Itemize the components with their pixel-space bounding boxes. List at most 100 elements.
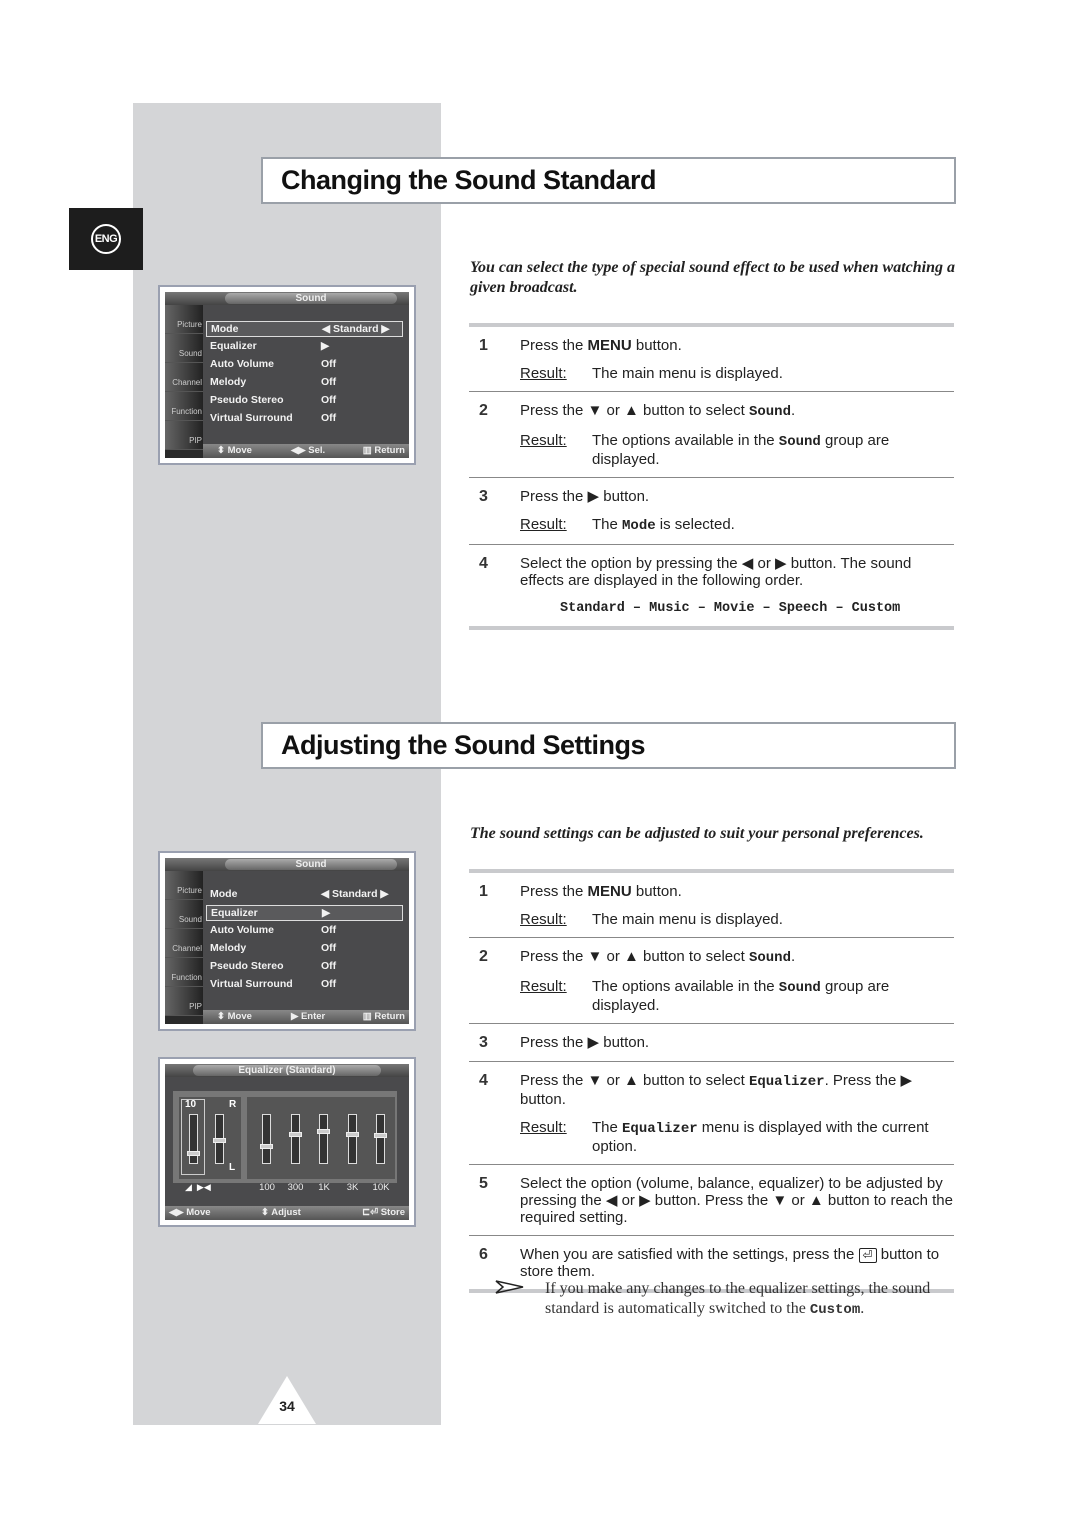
step-item: 1 Press the MENU button. Result: The main m… [469, 327, 954, 391]
osd-row-virtual-surround[interactable]: Virtual Surround Off [206, 977, 403, 993]
language-badge: ENG [69, 208, 143, 270]
step-text: The main menu is displayed. [592, 911, 783, 928]
osd-tab-picture[interactable]: Picture [165, 871, 203, 900]
eq-band-slider-10K-handle[interactable] [374, 1133, 387, 1138]
tip-custom: Custom [809, 1302, 861, 1318]
eq-band-slider-1K-handle[interactable] [317, 1129, 330, 1135]
eq-band-label: 300 [287, 1182, 304, 1193]
osd-row-pseudo-stereo[interactable]: Pseudo Stereo Off [206, 959, 403, 975]
sound-mode-order: Standard – Music – Movie – Speech – Cust… [560, 601, 901, 616]
eq-band-label: 1K [318, 1182, 330, 1193]
step-text: Press the [520, 337, 588, 354]
step-result: Result: The main menu is displayed. [520, 365, 954, 382]
tip-note: If you make any changes to the equalizer… [495, 1279, 965, 1320]
footer-move: ⬍ Move [217, 445, 252, 456]
step-number: 3 [479, 1034, 488, 1051]
step-item: 5 Select the option (volume, balance, equ… [469, 1164, 954, 1235]
volume-icon: ◢ ▶◀ [185, 1182, 211, 1192]
step-text: The [592, 1119, 623, 1136]
osd-tab-function[interactable]: Function [165, 958, 203, 987]
osd-equalizer: Equalizer (Standard) 10 R L ◢ ▶◀ 100 300 1… [158, 1057, 416, 1227]
step-text: MENU [587, 337, 632, 354]
eq-band-slider-300-handle[interactable] [288, 1132, 302, 1138]
step-text: The options available in the [592, 432, 779, 449]
eq-band-slider-3K[interactable] [345, 1114, 359, 1164]
osd-tab-pip[interactable]: PIP [165, 987, 203, 1016]
result-label: Result: [520, 516, 567, 533]
section-intro-sound-settings: The sound settings can be adjusted to su… [470, 825, 924, 842]
page-number: 34 [279, 1398, 295, 1414]
step-number: 1 [479, 883, 488, 900]
osd-row-mode[interactable]: Mode ◀ Standard ▶ [206, 887, 403, 903]
osd-eq-title: Equalizer (Standard) [193, 1065, 381, 1076]
step-number: 3 [479, 488, 488, 505]
language-badge-label: ENG [91, 224, 121, 254]
osd-row-melody[interactable]: Melody Off [206, 375, 403, 391]
balance-slider[interactable] [213, 1114, 226, 1164]
osd-tab-pip[interactable]: PIP [165, 421, 203, 450]
footer-select: ▶ Enter [291, 1011, 326, 1022]
osd-row-virtual-surround[interactable]: Virtual Surround Off [206, 411, 403, 427]
osd-row-mode[interactable]: Mode ◀ Standard ▶ [206, 321, 403, 337]
return-icon: ▥ [362, 1011, 375, 1022]
step-item: 2 Press the ▼ or ▲ button to select Sound… [469, 937, 954, 1023]
step-text: Sound [748, 404, 791, 420]
steps-sound-standard: 1 Press the MENU button. Result: The main m… [469, 323, 954, 630]
eq-band-label: 100 [259, 1182, 275, 1193]
step-item: 3 Press the ▶ button. [469, 1023, 954, 1061]
osd-row-equalizer[interactable]: Equalizer ▶ [206, 339, 403, 355]
store-icon: ⊏⏎ [362, 1207, 381, 1218]
step-text: button. [631, 337, 682, 354]
tip-text: If you make any changes to the equalizer… [545, 1280, 931, 1317]
arrow-pointer-icon [495, 1280, 524, 1294]
footer-move: ⬍ Move [217, 1011, 252, 1022]
volume-value: 10 [185, 1099, 197, 1110]
eq-band-slider-1K[interactable] [317, 1114, 330, 1164]
step-text: Sound [778, 980, 821, 996]
step-text: The options available in the [592, 978, 779, 995]
footer-store: ⊏⏎ Store [362, 1207, 405, 1218]
step-text: The main menu is displayed. [592, 365, 783, 382]
step-text: Equalizer [622, 1121, 698, 1137]
volume-slider[interactable] [187, 1114, 200, 1164]
step-item: 2 Press the ▼ or ▲ button to select Sound… [469, 391, 954, 477]
osd-row-auto-volume[interactable]: Auto Volume Off [206, 357, 403, 373]
osd-tab-channel[interactable]: Channel [165, 929, 203, 958]
osd-tab-picture[interactable]: Picture [165, 305, 203, 334]
eq-band-label: 3K [346, 1182, 359, 1193]
return-icon: ▥ [362, 445, 375, 456]
result-label: Result: [520, 978, 567, 995]
osd-row-pseudo-stereo[interactable]: Pseudo Stereo Off [206, 393, 403, 409]
balance-slider-handle[interactable] [213, 1137, 226, 1143]
step-text: is selected. [655, 516, 735, 533]
step-text: Mode [622, 518, 656, 534]
volume-slider-handle[interactable] [187, 1151, 200, 1156]
osd-tab-sound[interactable]: Sound [165, 334, 203, 363]
eq-band-label: 10K [372, 1182, 390, 1193]
osd-title: Sound [225, 293, 397, 304]
step-item: 4 Press the ▼ or ▲ button to select Equal… [469, 1061, 954, 1164]
step-result: Result: The options available in the Soun… [520, 432, 954, 468]
section-title-sound-standard: Changing the Sound Standard [261, 157, 956, 204]
osd-tab-channel[interactable]: Channel [165, 363, 203, 392]
osd-row-melody[interactable]: Melody Off [206, 941, 403, 957]
eq-band-slider-300[interactable] [288, 1114, 302, 1164]
result-label: Result: [520, 432, 567, 449]
step-text: . [790, 948, 796, 965]
osd-tab-function[interactable]: Function [165, 392, 203, 421]
footer-move: ◀▶ Move [169, 1207, 211, 1218]
eq-band-slider-100-handle[interactable] [260, 1144, 273, 1150]
eq-band-slider-3K-handle[interactable] [345, 1132, 359, 1138]
step-text: Equalizer [748, 1074, 825, 1090]
balance-left-label: L [229, 1162, 236, 1173]
eq-band-slider-10K[interactable] [374, 1114, 387, 1164]
enter-store-icon: ⏎ [858, 1248, 877, 1263]
step-item: 4 Select the option by pressing the ◀ or … [469, 544, 954, 626]
steps-sound-settings: 1 Press the MENU button. Result: The main m… [469, 869, 954, 1293]
osd-row-auto-volume[interactable]: Auto Volume Off [206, 923, 403, 939]
osd-tab-sound[interactable]: Sound [165, 900, 203, 929]
eq-band-slider-100[interactable] [260, 1114, 273, 1164]
footer-return: ▥ Return [362, 445, 405, 456]
section-intro-sound-standard: You can select the type of special sound… [470, 259, 956, 296]
osd-row-equalizer[interactable]: Equalizer ▶ [206, 905, 403, 921]
